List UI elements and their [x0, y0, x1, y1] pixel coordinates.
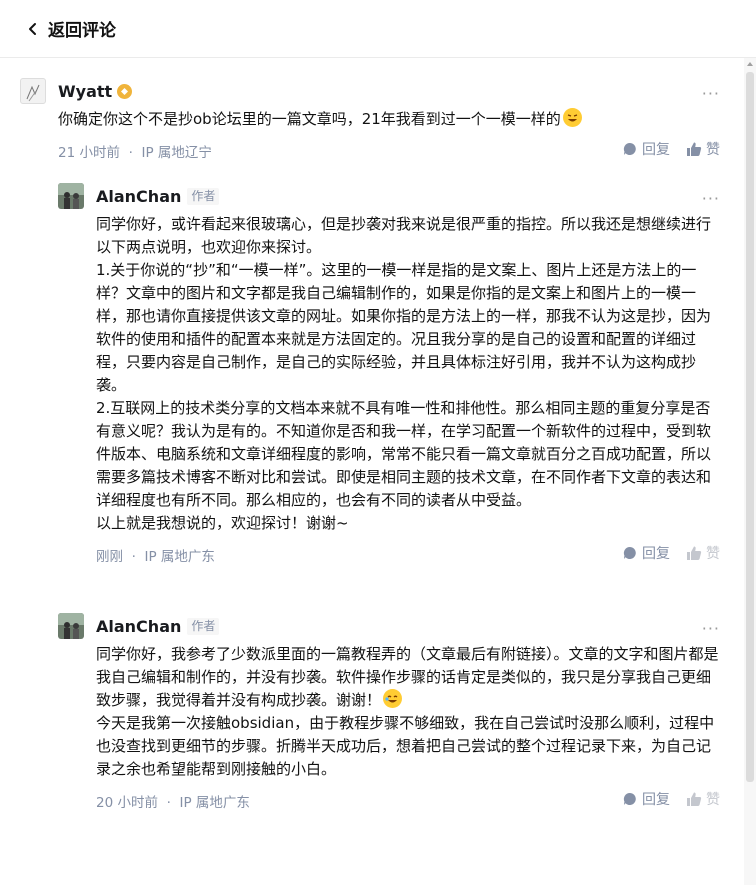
scrollbar-thumb[interactable] [746, 72, 754, 782]
timestamp: 21 小时前 [58, 145, 120, 161]
reply-button[interactable]: 回复 [622, 789, 670, 809]
comment-meta: 21 小时前 · IP 属地辽宁 [58, 141, 212, 161]
avatar-photo-icon [58, 613, 84, 639]
more-options-button[interactable]: ··· [702, 84, 720, 103]
avatar[interactable] [58, 183, 84, 209]
scroll-up-arrow-icon[interactable] [746, 60, 754, 68]
more-options-button[interactable]: ··· [702, 189, 720, 208]
avatar[interactable] [20, 78, 46, 104]
author-name[interactable]: AlanChan [96, 617, 181, 636]
level-badge-icon [117, 83, 133, 99]
comment-text: 同学你好，我参考了少数派里面的一篇教程弄的（文章最后有附链接）。文章的文字和图片… [96, 645, 719, 778]
avatar-sketch-icon [26, 84, 40, 102]
ip-location: IP 属地辽宁 [141, 145, 212, 161]
avatar-photo-icon [58, 183, 84, 209]
reply-button[interactable]: 回复 [622, 139, 670, 159]
author-role-tag: 作者 [187, 187, 220, 205]
speech-bubble-icon [623, 792, 636, 805]
author-name[interactable]: Wyatt [58, 82, 112, 101]
like-button[interactable]: 赞 [686, 139, 720, 159]
timestamp: 刚刚 [96, 549, 123, 565]
comment-meta: 20 小时前 · IP 属地广东 [96, 791, 250, 811]
chevron-left-icon [29, 22, 36, 35]
avatar[interactable] [58, 613, 84, 639]
thumbs-up-icon [687, 142, 702, 156]
comment-meta: 刚刚 · IP 属地广东 [96, 545, 215, 565]
ip-location: IP 属地广东 [179, 795, 250, 811]
timestamp: 20 小时前 [96, 795, 158, 811]
meta-separator: · [128, 145, 133, 161]
vertical-scrollbar[interactable] [744, 58, 756, 885]
author-name[interactable]: AlanChan [96, 187, 181, 206]
author-role-tag: 作者 [187, 617, 220, 635]
comment-text: 同学你好，或许看起来很玻璃心，但是抄袭对我来说是很严重的指控。所以我还是想继续进… [96, 215, 712, 532]
meta-separator: · [166, 795, 171, 811]
comment-text: 你确定你这个不是抄ob论坛里的一篇文章吗，21年我看到过一个一模一样的 [58, 108, 720, 131]
rofl-emoji-icon [562, 108, 582, 127]
ip-location: IP 属地广东 [144, 549, 215, 565]
page-header: 返回评论 [0, 0, 756, 58]
meta-separator: · [131, 549, 136, 565]
reply-button[interactable]: 回复 [622, 543, 670, 563]
back-label: 返回评论 [48, 21, 116, 41]
tears-of-joy-emoji-icon [383, 689, 403, 708]
thumbs-up-icon [687, 546, 702, 560]
more-options-button[interactable]: ··· [702, 619, 720, 638]
like-button[interactable]: 赞 [686, 789, 720, 809]
like-button[interactable]: 赞 [686, 543, 720, 563]
speech-bubble-icon [623, 546, 636, 559]
speech-bubble-icon [623, 142, 636, 155]
thumbs-up-icon [687, 792, 702, 806]
back-to-comments-button[interactable]: 返回评论 [26, 16, 116, 41]
